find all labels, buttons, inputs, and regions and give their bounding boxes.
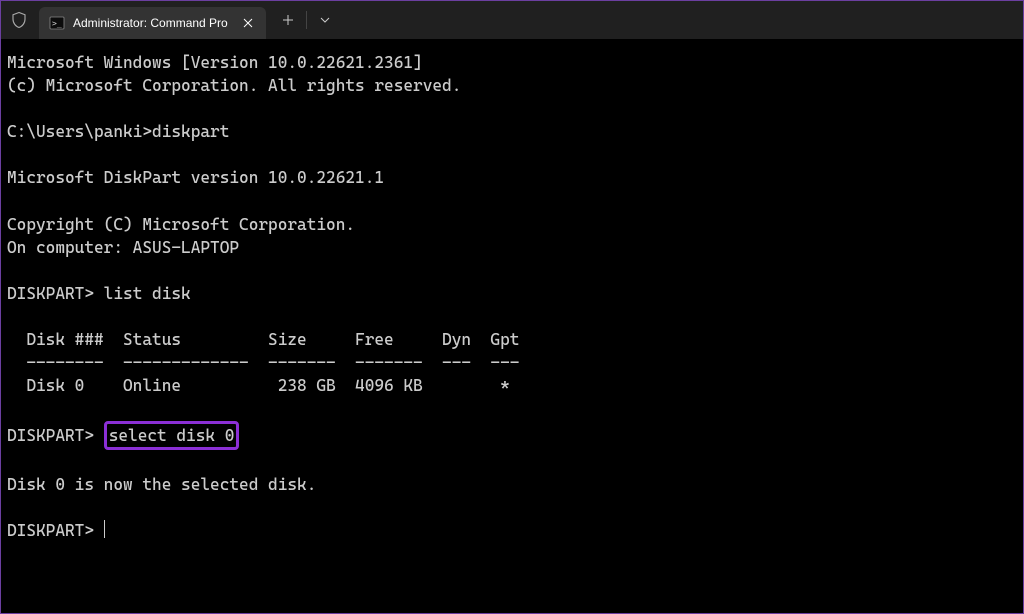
svg-text:>_: >_: [52, 19, 62, 28]
active-tab[interactable]: >_ Administrator: Command Pro: [39, 7, 266, 39]
diskpart-prompt: DISKPART>: [7, 521, 104, 540]
shield-icon: [9, 10, 29, 30]
diskpart-prompt: DISKPART>: [7, 284, 94, 303]
table-divider: -------- ------------- ------- ------- -…: [7, 353, 519, 372]
titlebar: >_ Administrator: Command Pro: [1, 1, 1023, 39]
highlighted-command: select disk 0: [104, 421, 240, 450]
output-line: Disk 0 is now the selected disk.: [7, 475, 316, 494]
tab-title: Administrator: Command Pro: [73, 16, 228, 30]
table-row: Disk 0 Online 238 GB 4096 KB *: [7, 376, 510, 395]
output-line: Copyright (C) Microsoft Corporation.: [7, 215, 355, 234]
output-line: Microsoft DiskPart version 10.0.22621.1: [7, 168, 384, 187]
new-tab-button[interactable]: [270, 4, 306, 36]
diskpart-prompt: DISKPART>: [7, 426, 94, 445]
output-line: Microsoft Windows [Version 10.0.22621.23…: [7, 53, 423, 72]
output-line: (c) Microsoft Corporation. All rights re…: [7, 76, 461, 95]
titlebar-actions: [270, 4, 343, 36]
cursor: [104, 520, 105, 538]
prompt-command: list disk: [94, 284, 191, 303]
table-header: Disk ### Status Size Free Dyn Gpt: [7, 330, 519, 349]
tab-close-button[interactable]: [240, 15, 256, 31]
prompt-command: diskpart: [152, 122, 229, 141]
terminal-output[interactable]: Microsoft Windows [Version 10.0.22621.23…: [1, 39, 1023, 554]
cmd-icon: >_: [49, 15, 65, 31]
output-line: On computer: ASUS-LAPTOP: [7, 238, 239, 257]
prompt-path: C:\Users\panki>: [7, 122, 152, 141]
tab-dropdown-button[interactable]: [307, 4, 343, 36]
